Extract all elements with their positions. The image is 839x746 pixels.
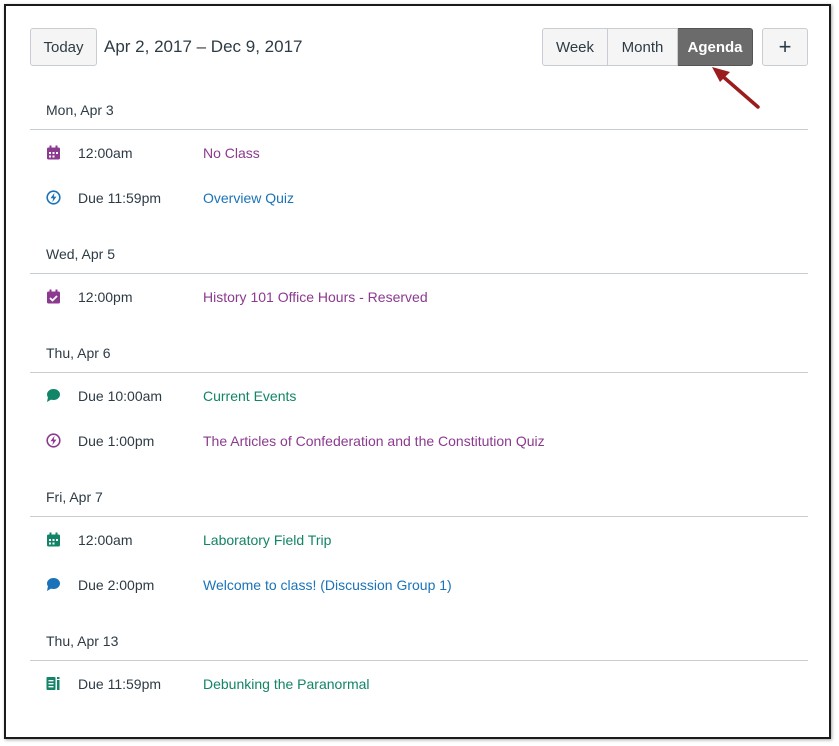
event-time: Due 11:59pm [78,189,162,206]
agenda-event: 12:00am Laboratory Field Trip [30,517,808,562]
agenda-list: Mon, Apr 3 12:00am No Class Due 11:59pm Over… [30,96,808,706]
day-spacer [30,319,808,339]
view-switcher: Week Month Agenda [542,28,753,66]
event-time: Due 11:59pm [78,675,162,692]
event-title-link[interactable]: The Articles of Confederation and the Co… [203,433,545,449]
day-heading: Thu, Apr 13 [30,627,808,661]
today-button[interactable]: Today [30,28,97,66]
month-view-button[interactable]: Month [608,28,678,66]
agenda-event: Due 11:59pm Overview Quiz [30,175,808,220]
event-time: 12:00am [78,531,133,548]
event-title-link[interactable]: Laboratory Field Trip [203,532,331,548]
day-heading: Fri, Apr 7 [30,483,808,517]
event-time: 12:00pm [78,288,133,305]
day-heading: Wed, Apr 5 [30,240,808,274]
date-range-label: Apr 2, 2017 – Dec 9, 2017 [104,37,303,56]
agenda-day: Fri, Apr 7 12:00am Laboratory Field Trip Du… [30,483,808,607]
calendar-icon [46,532,61,547]
agenda-event: 12:00am No Class [30,130,808,175]
quiz-icon [46,433,61,448]
event-title-link[interactable]: Current Events [203,388,296,404]
week-view-button[interactable]: Week [542,28,608,66]
calendar-header: Today Apr 2, 2017 – Dec 9, 2017 Week Mon… [30,28,808,68]
add-event-button[interactable]: + [762,28,808,66]
event-title-link[interactable]: Debunking the Paranormal [203,676,370,692]
discussion-icon [46,388,61,403]
agenda-event: Due 2:00pm Welcome to class! (Discussion … [30,562,808,607]
event-time: Due 10:00am [78,387,163,404]
event-title-link[interactable]: Welcome to class! (Discussion Group 1) [203,577,452,593]
assignment-icon [46,676,61,691]
event-time: Due 2:00pm [78,576,155,593]
day-spacer [30,463,808,483]
day-heading: Thu, Apr 6 [30,339,808,373]
agenda-day: Mon, Apr 3 12:00am No Class Due 11:59pm Over… [30,96,808,220]
calendar-window: Today Apr 2, 2017 – Dec 9, 2017 Week Mon… [4,4,831,739]
agenda-view-button[interactable]: Agenda [678,28,753,66]
agenda-day: Thu, Apr 13 Due 11:59pm Debunking the Para… [30,627,808,706]
agenda-day: Thu, Apr 6 Due 10:00am Current Events Due 1… [30,339,808,463]
day-spacer [30,220,808,240]
agenda-event: Due 11:59pm Debunking the Paranormal [30,661,808,706]
event-time: Due 1:00pm [78,432,155,449]
agenda-event: Due 1:00pm The Articles of Confederation … [30,418,808,463]
day-spacer [30,607,808,627]
day-heading: Mon, Apr 3 [30,96,808,130]
quiz-icon [46,190,61,205]
agenda-day: Wed, Apr 5 12:00pm History 101 Office Hour… [30,240,808,319]
event-title-link[interactable]: History 101 Office Hours - Reserved [203,289,428,305]
agenda-event: 12:00pm History 101 Office Hours - Reserv… [30,274,808,319]
agenda-event: Due 10:00am Current Events [30,373,808,418]
event-title-link[interactable]: Overview Quiz [203,190,294,206]
event-title-link[interactable]: No Class [203,145,260,161]
discussion-icon [46,577,61,592]
calendar-reserved-icon [46,289,61,304]
calendar-icon [46,145,61,160]
event-time: 12:00am [78,144,133,161]
